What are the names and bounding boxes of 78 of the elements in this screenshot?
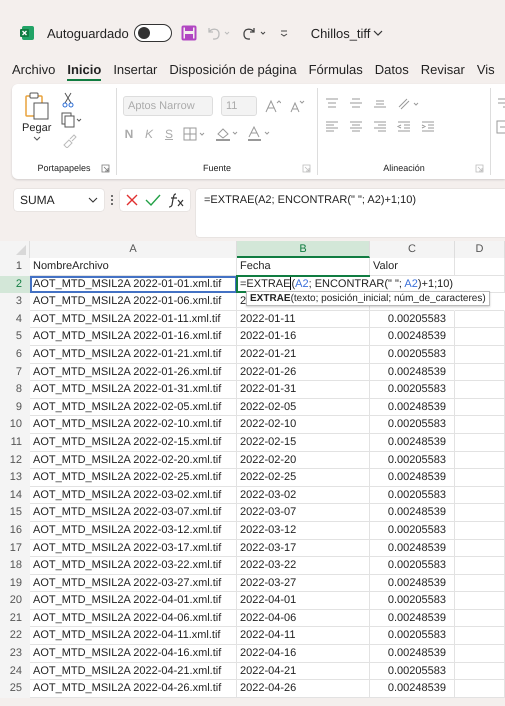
table-cell: 0.00248539 <box>388 471 446 484</box>
table-cell: 2022-01-31 <box>240 383 296 396</box>
table-cell: 2022-04-11 <box>240 629 296 642</box>
table-cell: 2022-03-02 <box>240 488 296 501</box>
table-cell: 0.00205583 <box>388 524 446 536</box>
table-cell: 0.00248539 <box>388 542 446 554</box>
table-cell: 2 <box>240 295 246 308</box>
table-cell: AOT_MTD_MSIL2A 2022-03-27.xml.tif <box>33 576 222 589</box>
table-cell: AOT_MTD_MSIL2A 2022-01-21.xml.tif <box>33 348 222 360</box>
table-cell: AOT_MTD_MSIL2A 2022-02-25.xml.tif <box>33 471 222 484</box>
group-label: Fuente <box>202 163 232 173</box>
table-cell: AOT_MTD_MSIL2A 2022-04-21.xml.tif <box>33 664 222 677</box>
table-cell: AOT_MTD_MSIL2A 2022-04-06.xml.tif <box>33 612 222 624</box>
table-cell: AOT_MTD_MSIL2A 2022-02-15.xml.tif <box>33 436 222 448</box>
table-cell: 2022-01-16 <box>240 330 296 342</box>
table-cell: 0.00205583 <box>388 559 446 572</box>
table-cell: AOT_MTD_MSIL2A 2022-02-20.xml.tif <box>33 454 222 466</box>
table-cell: 2022-02-10 <box>240 418 296 430</box>
table-cell: 0.00205583 <box>388 383 446 396</box>
table-cell: 2022-03-17 <box>240 542 296 554</box>
table-cell: 0.00248539 <box>388 366 446 378</box>
table-cell: 2022-02-25 <box>240 471 296 484</box>
table-cell: Fecha <box>240 260 271 272</box>
table-cell: NombreArchivo <box>33 260 109 272</box>
group-label: Portapapeles <box>37 163 91 173</box>
table-cell: 0.00248539 <box>388 400 446 413</box>
table-cell: 2022-02-05 <box>240 400 296 413</box>
table-cell: 0.00205583 <box>388 488 446 501</box>
table-cell: 0.00248539 <box>388 436 446 448</box>
table-cell: 0.00205583 <box>388 312 446 325</box>
table-cell: AOT_MTD_MSIL2A 2022-01-26.xml.tif <box>33 366 222 378</box>
table-cell: 2022-03-12 <box>240 524 296 536</box>
autosave-label: Autoguardado <box>47 26 129 40</box>
table-cell: AOT_MTD_MSIL2A 2022-04-01.xml.tif <box>33 594 222 606</box>
table-cell: AOT_MTD_MSIL2A 2022-04-26.xml.tif <box>33 682 222 694</box>
table-cell: 2022-04-21 <box>240 664 296 677</box>
table-cell: AOT_MTD_MSIL2A 2022-04-11.xml.tif <box>33 629 220 642</box>
table-cell: 0.00248539 <box>388 576 446 589</box>
table-cell: Valor <box>373 260 398 272</box>
table-cell: 2022-02-15 <box>240 436 296 448</box>
table-cell: AOT_MTD_MSIL2A 2022-03-12.xml.tif <box>33 524 222 536</box>
function-tooltip: EXTRAE(texto; posición_inicial; núm_de_caracteres) <box>246 291 490 306</box>
table-cell: AOT_MTD_MSIL2A 2022-02-05.xml.tif <box>33 400 222 413</box>
table-cell: 2022-01-11 <box>240 312 296 325</box>
table-cell: AOT_MTD_MSIL2A 2022-01-16.xml.tif <box>33 330 222 342</box>
table-cell: 2022-04-26 <box>240 682 296 694</box>
table-cell: 0.00205583 <box>388 348 446 360</box>
table-cell: AOT_MTD_MSIL2A 2022-03-07.xml.tif <box>33 506 222 518</box>
table-cell: AOT_MTD_MSIL2A 2022-02-10.xml.tif <box>33 418 222 430</box>
group-label: Alineación <box>383 163 425 173</box>
table-cell: 0.00205583 <box>388 629 446 642</box>
table-cell: AOT_MTD_MSIL2A 2022-01-06.xml.tif <box>33 295 222 308</box>
table-cell: 0.00205583 <box>388 454 446 466</box>
table-cell: 2022-02-20 <box>240 454 296 466</box>
table-cell: 2022-01-21 <box>240 348 296 360</box>
table-cell: 0.00248539 <box>388 506 446 518</box>
table-cell: 2022-04-16 <box>240 647 296 660</box>
table-cell: AOT_MTD_MSIL2A 2022-01-11.xml.tif <box>33 312 220 325</box>
table-cell: 2022-01-26 <box>240 366 296 378</box>
table-cell: 0.00205583 <box>388 594 446 606</box>
table-cell: 0.00248539 <box>388 647 446 660</box>
table-cell: 0.00205583 <box>388 418 446 430</box>
table-cell: 0.00205583 <box>388 664 446 677</box>
table-cell: 2022-03-07 <box>240 506 296 518</box>
table-cell: 2022-04-01 <box>240 594 296 606</box>
table-cell: AOT_MTD_MSIL2A 2022-01-31.xml.tif <box>33 383 222 396</box>
table-cell: 0.00248539 <box>388 682 446 694</box>
table-cell: AOT_MTD_MSIL2A 2022-04-16.xml.tif <box>33 647 222 660</box>
table-cell: 2022-04-06 <box>240 612 296 624</box>
table-cell: AOT_MTD_MSIL2A 2022-01-01.xml.tif <box>33 278 222 290</box>
table-cell: 2022-03-27 <box>240 576 296 589</box>
cell-formula: =EXTRAE(A2; ENCONTRAR(" "; A2)+1;10) <box>240 276 454 291</box>
table-cell: 2022-03-22 <box>240 559 296 572</box>
table-cell: AOT_MTD_MSIL2A 2022-03-22.xml.tif <box>33 559 222 572</box>
table-cell: AOT_MTD_MSIL2A 2022-03-02.xml.tif <box>33 488 222 501</box>
table-cell: 0.00248539 <box>388 612 446 624</box>
table-cell: AOT_MTD_MSIL2A 2022-03-17.xml.tif <box>33 542 222 554</box>
table-cell: 0.00248539 <box>388 330 446 342</box>
